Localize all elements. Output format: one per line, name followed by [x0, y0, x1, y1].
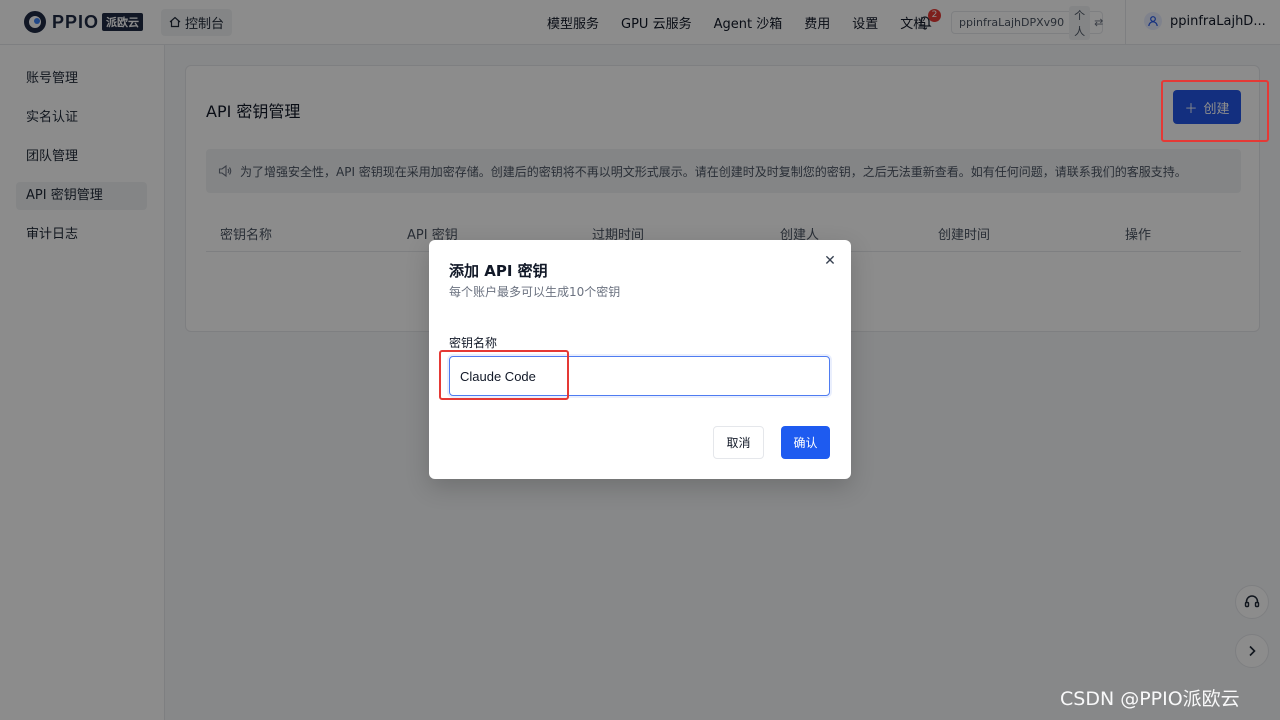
- close-icon[interactable]: ✕: [822, 253, 838, 269]
- watermark: CSDN @PPIO派欧云: [1060, 688, 1240, 710]
- dialog-subtitle: 每个账户最多可以生成10个密钥: [449, 285, 621, 299]
- create-button-highlight: [1161, 80, 1269, 142]
- key-name-label: 密钥名称: [449, 336, 498, 350]
- dialog-title: 添加 API 密钥: [449, 262, 548, 280]
- cancel-button[interactable]: 取消: [713, 426, 764, 459]
- key-name-input-highlight: [439, 350, 569, 400]
- confirm-button[interactable]: 确认: [781, 426, 830, 459]
